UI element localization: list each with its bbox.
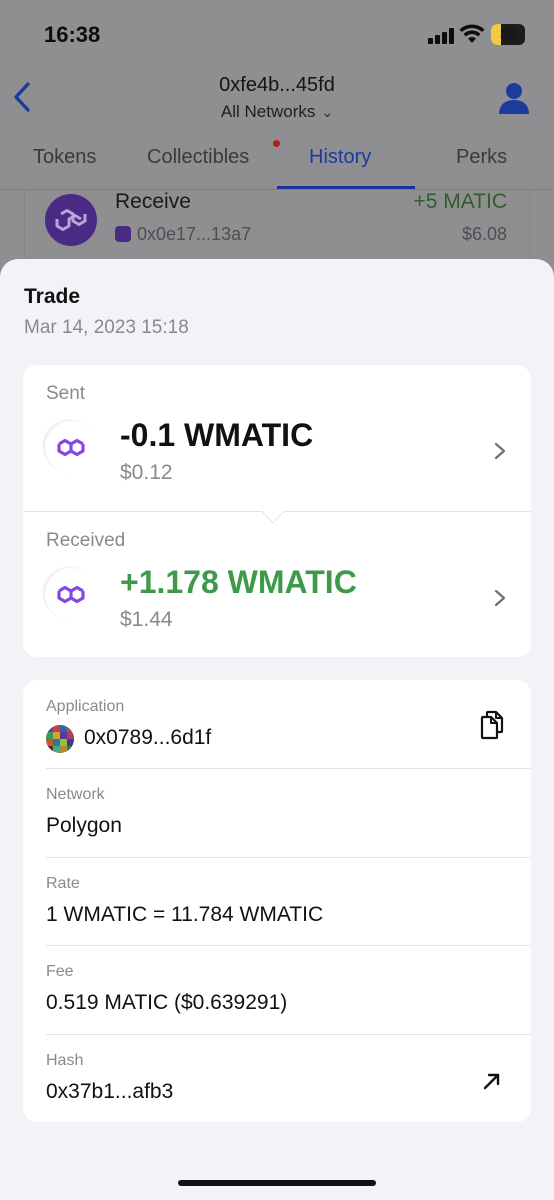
detail-row-network: Network Polygon xyxy=(23,768,531,856)
tab-perks[interactable]: Perks xyxy=(456,146,507,169)
row-divider xyxy=(46,857,531,858)
network-value: Polygon xyxy=(46,814,122,837)
cellular-signal-icon xyxy=(428,28,456,44)
chevron-right-icon xyxy=(494,442,506,460)
row-divider xyxy=(46,768,531,769)
hash-label: Hash xyxy=(46,1052,84,1069)
sent-amount: -0.1 WMATIC xyxy=(120,417,314,453)
wallet-header: 0xfe4b...45fd All Networks ⌄ xyxy=(0,66,554,130)
trade-summary-card: Sent -0.1 WMATIC $0.12 Received +1.178 W… xyxy=(23,365,531,657)
transaction-address: 0x0e17...13a7 xyxy=(137,224,252,244)
application-label: Application xyxy=(46,698,125,715)
polygon-icon xyxy=(45,568,97,620)
status-bar: 16:38 30 xyxy=(0,0,554,66)
sent-row[interactable]: Sent -0.1 WMATIC $0.12 xyxy=(23,365,531,511)
row-divider xyxy=(46,1034,531,1035)
fee-value: 0.519 MATIC ($0.639291) xyxy=(46,991,288,1014)
tab-tokens[interactable]: Tokens xyxy=(33,146,96,169)
detail-row-fee: Fee 0.519 MATIC ($0.639291) xyxy=(23,945,531,1033)
application-avatar xyxy=(46,725,74,753)
received-fiat-value: $1.44 xyxy=(120,608,173,631)
chevron-down-icon: ⌄ xyxy=(321,104,334,120)
user-icon[interactable] xyxy=(496,80,532,116)
battery-level: 30 xyxy=(500,26,516,42)
received-label: Received xyxy=(46,530,126,551)
background-screen: 16:38 30 0xfe4b...45fd All Networks ⌄ To… xyxy=(0,0,554,300)
row-divider xyxy=(46,945,531,946)
list-item[interactable]: Receive 0x0e17...13a7 +5 MATIC $6.08 xyxy=(24,190,530,260)
detail-row-rate: Rate 1 WMATIC = 11.784 WMATIC xyxy=(23,857,531,945)
polygon-icon xyxy=(115,226,131,242)
network-selector[interactable]: All Networks ⌄ xyxy=(0,102,554,122)
status-time: 16:38 xyxy=(44,22,101,47)
notification-dot xyxy=(273,140,280,147)
received-row[interactable]: Received +1.178 WMATIC $1.44 xyxy=(23,511,531,657)
fee-label: Fee xyxy=(46,963,74,980)
hash-value: 0x37b1...afb3 xyxy=(46,1080,174,1103)
network-label: Network xyxy=(46,786,105,803)
detail-row-hash[interactable]: Hash 0x37b1...afb3 xyxy=(23,1034,531,1122)
transaction-details-card: Application 0x0789...6d1f Network Polygo… xyxy=(23,680,531,1122)
chevron-right-icon xyxy=(494,589,506,607)
transaction-type: Receive xyxy=(115,190,191,213)
copy-icon[interactable] xyxy=(479,710,505,740)
tab-collectibles[interactable]: Collectibles xyxy=(147,146,249,169)
transaction-amount: +5 MATIC xyxy=(413,190,507,213)
detail-row-application: Application 0x0789...6d1f xyxy=(23,680,531,768)
transaction-date: Mar 14, 2023 15:18 xyxy=(24,317,189,338)
battery-indicator: 30 xyxy=(491,24,525,45)
trade-detail-sheet: Trade Mar 14, 2023 15:18 Sent -0.1 WMATI… xyxy=(0,259,554,1200)
wifi-icon xyxy=(459,24,485,43)
home-indicator[interactable] xyxy=(178,1180,376,1186)
arrow-up-right-icon[interactable] xyxy=(481,1070,503,1092)
transaction-value: $6.08 xyxy=(461,224,507,244)
rate-value: 1 WMATIC = 11.784 WMATIC xyxy=(46,903,324,926)
wallet-address-title: 0xfe4b...45fd xyxy=(219,74,335,96)
rate-label: Rate xyxy=(46,875,80,892)
polygon-icon xyxy=(45,194,97,246)
tab-history[interactable]: History xyxy=(309,146,371,169)
network-selector-label: All Networks xyxy=(220,102,316,121)
polygon-icon xyxy=(45,421,97,473)
sheet-title: Trade xyxy=(24,285,81,308)
sent-label: Sent xyxy=(46,383,86,404)
received-amount: +1.178 WMATIC xyxy=(120,564,357,600)
sent-fiat-value: $0.12 xyxy=(120,461,173,484)
application-address: 0x0789...6d1f xyxy=(84,726,212,749)
